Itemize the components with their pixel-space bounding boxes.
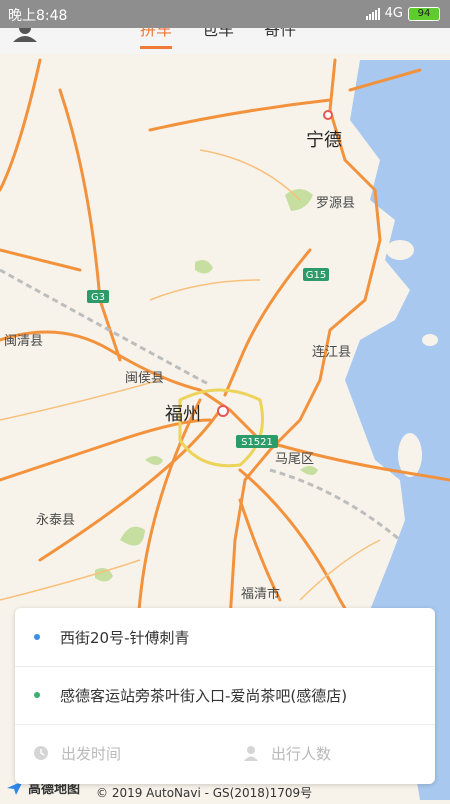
place-yongtai: 永泰县 <box>36 513 76 528</box>
shield-g15: G15 <box>306 270 326 281</box>
place-minqing: 闽清县 <box>4 334 44 349</box>
destination-row[interactable]: 感德客运站旁茶叶街入口-爱尚茶吧(感德店) <box>15 666 435 725</box>
place-fuzhou: 福州 <box>165 404 201 425</box>
clock-icon <box>34 746 48 760</box>
map-copyright: © 2019 AutoNavi - GS(2018)1709号 <box>96 786 313 800</box>
origin-row[interactable]: 西街20号-针傅刺青 <box>15 608 435 667</box>
network-type: 4G <box>384 6 403 21</box>
status-bar: 晚上8:48 4G 94 <box>0 0 450 28</box>
destination-text: 感德客运站旁茶叶街入口-爱尚茶吧(感德店) <box>60 686 348 705</box>
passenger-count-field[interactable]: 出行人数 <box>225 743 435 764</box>
place-lianjiang: 连江县 <box>312 345 352 360</box>
battery-icon: 94 <box>408 6 440 21</box>
shield-g3: G3 <box>91 292 105 303</box>
status-indicators: 4G 94 <box>365 6 440 21</box>
options-row: 出发时间 出行人数 <box>15 724 435 782</box>
place-ningde: 宁德 <box>306 130 342 151</box>
signal-icon <box>365 7 380 20</box>
place-luoyuan: 罗源县 <box>316 196 356 211</box>
status-time: 晚上8:48 <box>8 8 68 24</box>
place-minhou: 闽侯县 <box>125 371 165 386</box>
passenger-count-placeholder: 出行人数 <box>271 744 332 763</box>
place-fuqing: 福清市 <box>241 587 281 602</box>
origin-dot-icon <box>34 634 40 640</box>
departure-time-placeholder: 出发时间 <box>61 744 122 763</box>
trip-card: 西街20号-针傅刺青 感德客运站旁茶叶街入口-爱尚茶吧(感德店) 出发时间 出行… <box>15 608 435 784</box>
shield-s1521: S1521 <box>241 437 273 448</box>
person-icon <box>244 746 258 761</box>
destination-dot-icon <box>34 692 40 698</box>
origin-text: 西街20号-针傅刺青 <box>60 628 190 647</box>
departure-time-field[interactable]: 出发时间 <box>15 743 225 764</box>
place-mawei: 马尾区 <box>275 452 315 467</box>
